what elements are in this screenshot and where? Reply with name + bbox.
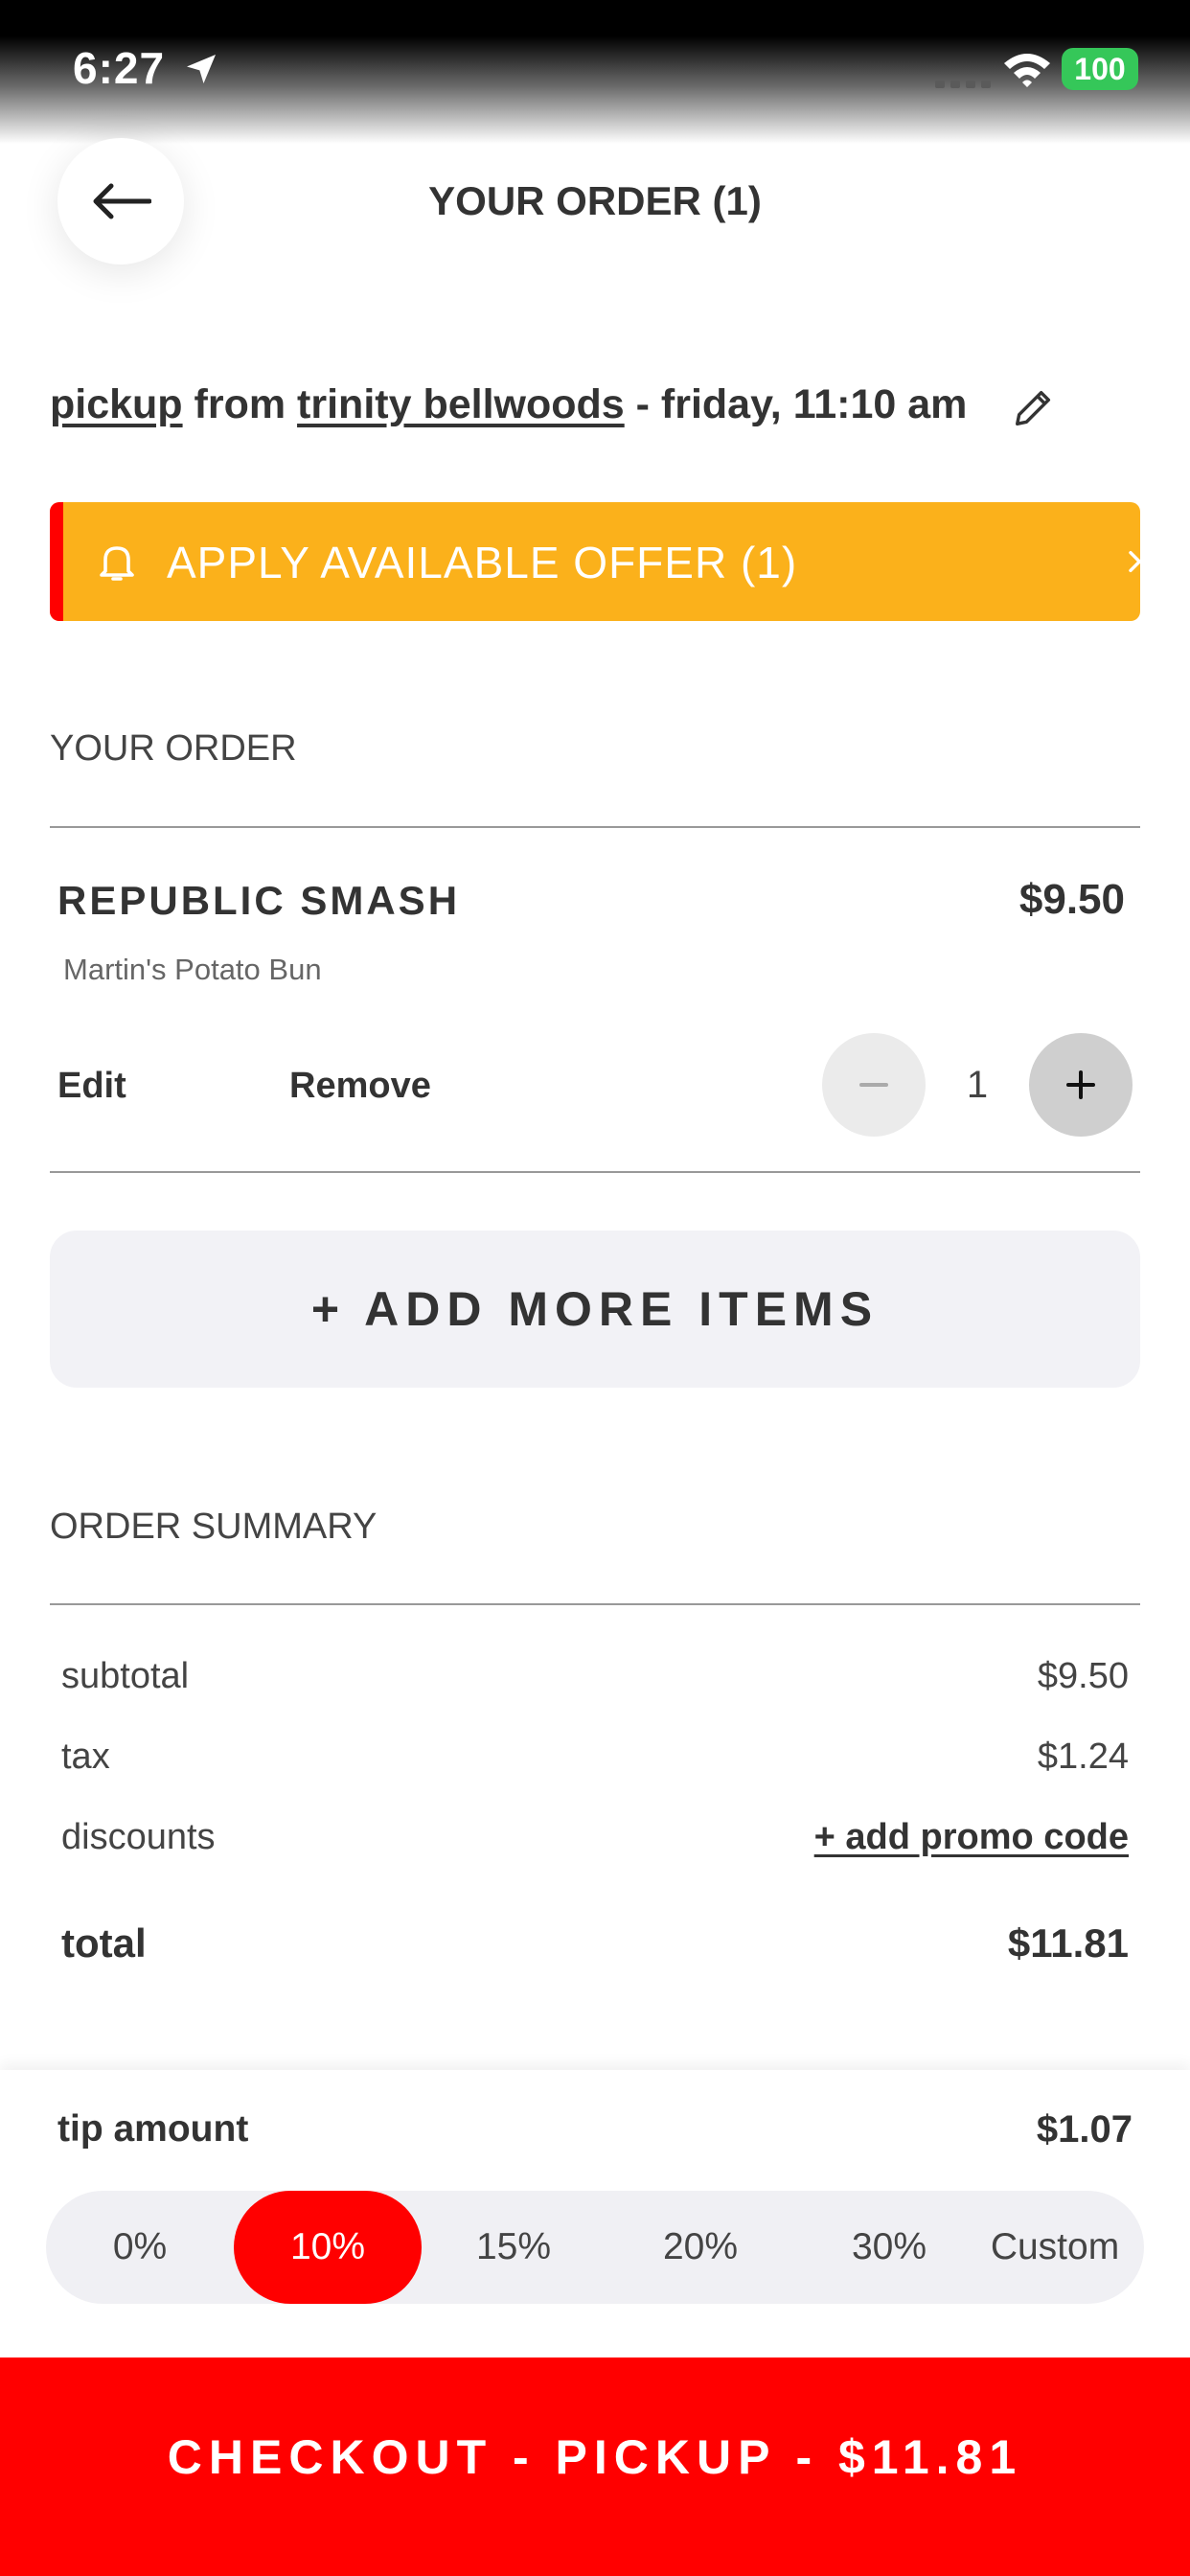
pickup-info: pickup from trinity bellwoods - friday, …	[50, 381, 967, 428]
wifi-icon	[1004, 54, 1050, 87]
decrease-quantity-button[interactable]	[822, 1033, 926, 1137]
subtotal-value: $9.50	[1037, 1656, 1129, 1696]
increase-quantity-button[interactable]	[1029, 1033, 1133, 1137]
tip-amount-value: $1.07	[1036, 2108, 1133, 2150]
pickup-mode-link[interactable]: pickup	[50, 381, 183, 427]
offer-label: APPLY AVAILABLE OFFER (1)	[167, 538, 798, 587]
pickup-from-text: from	[194, 381, 286, 427]
add-more-items-button[interactable]: + ADD MORE ITEMS	[50, 1230, 1140, 1388]
item-modifier: Martin's Potato Bun	[63, 953, 322, 986]
item-quantity: 1	[966, 1064, 989, 1106]
total-label: total	[61, 1920, 147, 1966]
tip-amount-label: tip amount	[57, 2108, 249, 2150]
offer-accent-bar	[50, 502, 63, 621]
tip-option-10-selected[interactable]: 10%	[234, 2191, 422, 2304]
tip-option-30[interactable]: 30%	[795, 2191, 983, 2304]
page-title: YOUR ORDER (1)	[428, 178, 762, 223]
remove-item-button[interactable]: Remove	[289, 1066, 431, 1107]
apply-offer-banner[interactable]: APPLY AVAILABLE OFFER (1)	[50, 502, 1140, 621]
status-bar: 6:27 100	[0, 0, 1190, 144]
minus-icon	[859, 1083, 888, 1087]
location-arrow-icon	[187, 55, 216, 83]
checkout-button[interactable]: CHECKOUT - PICKUP - $11.81	[0, 2358, 1190, 2576]
tip-panel: tip amount $1.07 0% 10% 15% 20% 30% Cust…	[0, 2070, 1190, 2358]
status-time: 6:27	[73, 43, 166, 93]
battery-indicator: 100	[1062, 48, 1138, 90]
item-price: $9.50	[1018, 876, 1125, 923]
tip-option-0[interactable]: 0%	[46, 2191, 234, 2304]
bell-icon	[100, 546, 134, 581]
cellular-signal-icon	[935, 80, 991, 88]
item-name: REPUBLIC SMASH	[57, 878, 461, 923]
order-summary-heading: ORDER SUMMARY	[50, 1506, 378, 1547]
tip-options: 0% 10% 15% 20% 30% Custom	[46, 2191, 1144, 2304]
divider	[50, 1603, 1140, 1605]
chevron-right-icon	[1129, 550, 1140, 573]
subtotal-label: subtotal	[61, 1656, 190, 1696]
divider	[50, 826, 1140, 828]
total-value: $11.81	[1007, 1920, 1129, 1966]
tip-option-15[interactable]: 15%	[420, 2191, 607, 2304]
pickup-time-text: - friday, 11:10 am	[635, 381, 968, 427]
pencil-edit-icon[interactable]	[1012, 385, 1056, 429]
tax-label: tax	[61, 1736, 110, 1777]
tax-value: $1.24	[1037, 1736, 1129, 1777]
add-promo-code-link[interactable]: + add promo code	[814, 1817, 1129, 1858]
edit-item-button[interactable]: Edit	[57, 1066, 126, 1107]
your-order-heading: YOUR ORDER	[50, 728, 297, 769]
discounts-label: discounts	[61, 1817, 216, 1857]
pickup-location-link[interactable]: trinity bellwoods	[297, 381, 625, 427]
tip-option-custom[interactable]: Custom	[968, 2191, 1142, 2304]
divider	[50, 1171, 1140, 1173]
plus-icon	[1066, 1070, 1095, 1099]
tip-option-20[interactable]: 20%	[606, 2191, 794, 2304]
